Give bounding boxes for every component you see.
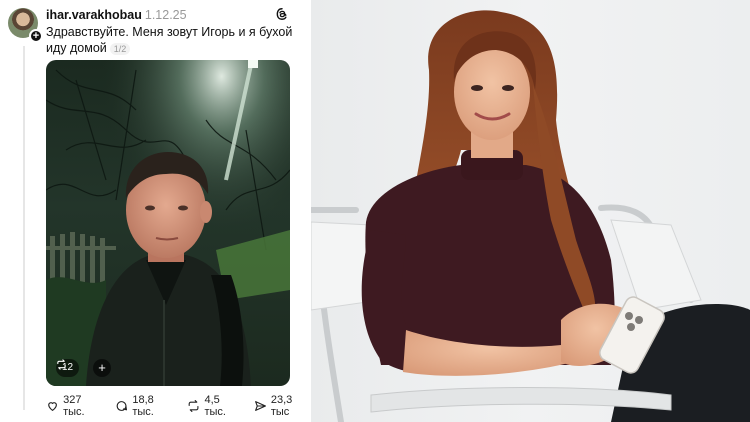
thread-line <box>23 46 25 410</box>
post-text: Здравствуйте. Меня зовут Игорь и я бухой… <box>46 24 308 57</box>
portrait-photo <box>311 0 750 422</box>
selfie-illustration <box>46 60 290 386</box>
timestamp: 1.12.25 <box>144 8 187 22</box>
send-icon <box>254 401 266 411</box>
heart-icon <box>48 402 57 411</box>
share-button[interactable]: 23,3 тыс <box>254 394 311 418</box>
woman-portrait-illustration <box>311 10 750 422</box>
repost-button[interactable]: 4,5 тыс. <box>187 394 241 418</box>
avatar[interactable]: + <box>8 8 43 43</box>
add-button[interactable]: + <box>93 359 111 377</box>
plus-icon[interactable]: + <box>29 29 43 43</box>
repost-icon <box>57 359 66 370</box>
comment-count: 18,8 тыс. <box>132 394 154 418</box>
repost-count: 4,5 тыс. <box>204 394 226 418</box>
post-photo[interactable]: 12 + <box>46 60 290 386</box>
post-actions: 327 тыс. 18,8 тыс. 4,5 тыс. 23,3 тыс <box>46 394 311 418</box>
threads-post: + ihar.varakhobau 1.12.25 Здравствуйте. М… <box>0 0 311 422</box>
username[interactable]: ihar.varakhobau <box>46 8 142 22</box>
post-header: ihar.varakhobau 1.12.25 <box>46 8 187 22</box>
page-indicator: 1/2 <box>109 43 131 55</box>
threads-logo-icon[interactable] <box>275 7 289 21</box>
repost-icon <box>188 399 199 413</box>
like-count: 327 тыс. <box>63 394 85 418</box>
share-count: 23,3 тыс <box>270 394 293 418</box>
repost-count-badge[interactable]: 12 <box>56 359 80 377</box>
comment-icon <box>116 401 128 411</box>
post-body: Здравствуйте. Меня зовут Игорь и я бухой… <box>46 25 293 55</box>
like-button[interactable]: 327 тыс. <box>46 394 103 418</box>
comment-button[interactable]: 18,8 тыс. <box>115 394 175 418</box>
